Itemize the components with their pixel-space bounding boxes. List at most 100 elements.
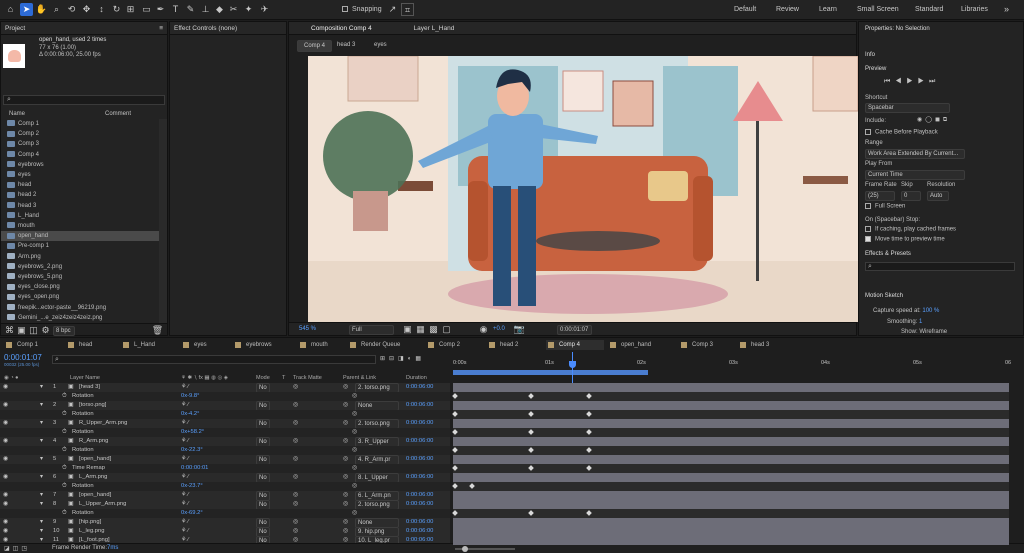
project-item[interactable]: eyebrows_2.png <box>1 262 159 272</box>
parent-dropdown[interactable]: 9. hip.png <box>355 527 399 536</box>
fullscreen-option[interactable]: Full Screen <box>865 203 905 210</box>
property-track[interactable] <box>452 464 1009 473</box>
layer-duration[interactable]: 0:00:06:00 <box>406 419 433 428</box>
stop-option-2[interactable]: Move time to preview time <box>865 236 945 243</box>
layer-row[interactable]: ◉ ▾ 1 ▣ [head 3] ⚘ ⁄ No ◎ ◎ 2. torso.png 0:00:06:0… <box>0 383 450 392</box>
layer-name[interactable]: [hip.png] <box>79 518 101 527</box>
keyframe[interactable] <box>452 483 458 489</box>
blend-mode-dropdown[interactable]: No <box>256 437 270 446</box>
layer-duration-bar[interactable] <box>453 527 1009 536</box>
composition-viewer[interactable] <box>308 56 858 322</box>
rotate-tool-icon[interactable]: ↻ <box>110 3 123 16</box>
timeline-tab[interactable]: head 2 <box>487 340 545 350</box>
keyframe[interactable] <box>528 447 534 453</box>
project-scrollbar[interactable] <box>159 119 167 329</box>
timeline-tab[interactable]: Comp 3 <box>679 340 737 350</box>
breadcrumb-head3[interactable]: head 3 <box>337 42 355 48</box>
timeline-tab[interactable]: open_hand <box>608 340 666 350</box>
property-value[interactable]: 0x-22.3° <box>181 446 203 455</box>
layer-name[interactable]: [open_hand] <box>79 455 111 464</box>
blend-mode-dropdown[interactable]: No <box>256 527 270 536</box>
column-name-header[interactable]: Name <box>9 111 25 117</box>
puppet-tool-icon[interactable]: ✦ <box>242 3 255 16</box>
bit-depth-button[interactable]: 8 bpc <box>53 326 75 336</box>
parent-pickwhip-icon[interactable]: ◎ <box>343 527 348 536</box>
expression-link-icon[interactable]: ◎ <box>352 509 357 518</box>
keyframe[interactable] <box>528 510 534 516</box>
project-item[interactable]: eyes_open.png <box>1 292 159 302</box>
resolution-dropdown[interactable]: Full <box>349 325 394 335</box>
property-row[interactable]: ⏱ Rotation 0x-23.7° ◎ <box>0 482 450 491</box>
blend-mode-dropdown[interactable]: No <box>256 473 270 482</box>
parent-pickwhip-icon[interactable]: ◎ <box>343 401 348 410</box>
project-item[interactable]: eyebrows_5.png <box>1 272 159 282</box>
snap-icon[interactable]: ↗ <box>386 3 399 16</box>
shortcut-dropdown[interactable]: Spacebar <box>865 103 950 113</box>
expand-twirl-icon[interactable]: ▾ <box>40 500 43 509</box>
snap-grid-icon[interactable]: ⌗ <box>401 3 414 16</box>
keyframe[interactable] <box>528 411 534 417</box>
project-item[interactable]: mouth <box>1 221 159 231</box>
layer-duration[interactable]: 0:00:06:00 <box>406 401 433 410</box>
timeline-tab[interactable]: L_Hand <box>121 340 179 350</box>
property-row[interactable]: ⏱ Rotation 0x-22.3° ◎ <box>0 446 450 455</box>
range-dropdown[interactable]: Work Area Extended By Current... <box>865 149 965 159</box>
layer-name[interactable]: R_Arm.png <box>79 437 108 446</box>
workspace-review[interactable]: Review <box>776 6 799 13</box>
layer-switches-icons[interactable]: ⚘ ⁄ <box>181 401 189 410</box>
selection-tool-icon[interactable]: ➤ <box>20 3 33 16</box>
timeline-tab[interactable]: Comp 1 <box>4 340 62 350</box>
keyframe[interactable] <box>528 465 534 471</box>
property-value[interactable]: 0x-4.2° <box>181 410 199 419</box>
blend-mode-dropdown[interactable]: No <box>256 401 270 410</box>
layer-duration[interactable]: 0:00:06:00 <box>406 491 433 500</box>
expression-link-icon[interactable]: ◎ <box>352 428 357 437</box>
project-item[interactable]: Arm.png <box>1 252 159 262</box>
pen-tool-icon[interactable]: ✒ <box>154 3 167 16</box>
orbit-tool-icon[interactable]: ⟲ <box>65 3 78 16</box>
timeline-tab[interactable]: head <box>66 340 124 350</box>
project-item[interactable]: Comp 1 <box>1 119 159 129</box>
parent-pickwhip-icon[interactable]: ◎ <box>343 383 348 392</box>
timeline-tab[interactable]: eyebrows <box>233 340 291 350</box>
project-item[interactable]: Pre-comp 1 <box>1 241 159 251</box>
layer-switches-icons[interactable]: ⚘ ⁄ <box>181 455 189 464</box>
keyframe[interactable] <box>528 429 534 435</box>
visibility-icon[interactable]: ◉ <box>3 455 8 464</box>
layer-duration-bar[interactable] <box>453 473 1009 482</box>
stopwatch-icon[interactable]: ⏱ <box>62 410 67 419</box>
smoothing-value[interactable]: 1 <box>919 319 922 325</box>
expand-twirl-icon[interactable]: ▾ <box>40 437 43 446</box>
parent-header[interactable]: Parent & Link <box>343 375 376 381</box>
property-value[interactable]: 0x-23.7° <box>181 482 203 491</box>
project-item[interactable]: Gemini_...e_zeiz4zeiz4zeiz.png <box>1 313 159 323</box>
layer-switches-icons[interactable]: ⚘ ⁄ <box>181 518 189 527</box>
timeline-footer-icons[interactable]: ◪◫◳ <box>4 545 30 552</box>
visibility-icon[interactable]: ◉ <box>3 527 8 536</box>
layer-row[interactable]: ◉ ▾ 10 ▣ L_leg.png ⚘ ⁄ No ◎ ◎ 9. hip.png 0:00:06:0… <box>0 527 450 536</box>
property-track[interactable] <box>452 509 1009 518</box>
parent-dropdown[interactable]: 6. L_Arm.pn <box>355 491 399 500</box>
workspace-default[interactable]: Default <box>734 6 756 13</box>
visibility-icon[interactable]: ◉ <box>3 401 8 410</box>
hand-tool-icon[interactable]: ✋ <box>35 3 48 16</box>
include-toggles[interactable]: ◉◯◼⧉ <box>917 116 950 124</box>
keyframe[interactable] <box>586 465 592 471</box>
parent-dropdown[interactable]: 8. L_Upper <box>355 473 399 482</box>
layer-duration-bar[interactable] <box>453 383 1009 392</box>
effects-search-input[interactable]: ⌕ <box>865 262 1015 271</box>
layer-row[interactable]: ◉ ▾ 4 ▣ R_Arm.png ⚘ ⁄ No ◎ ◎ 3. R_Upper 0:00:06:00 <box>0 437 450 446</box>
property-row[interactable]: ⏱ Rotation 0x-69.2° ◎ <box>0 509 450 518</box>
zoom-level[interactable]: 545 % <box>299 326 316 332</box>
project-item[interactable]: Comp 2 <box>1 129 159 139</box>
project-item[interactable]: open_hand <box>1 231 159 242</box>
playhead-handle[interactable] <box>569 361 576 368</box>
blend-mode-dropdown[interactable]: No <box>256 383 270 392</box>
snapshot-icon[interactable]: ▣ <box>401 323 414 336</box>
track-matte-icon[interactable]: ◎ <box>293 419 298 428</box>
track-matte-icon[interactable]: ◎ <box>293 518 298 527</box>
breadcrumb-comp4[interactable]: Comp 4 <box>297 40 333 52</box>
expression-link-icon[interactable]: ◎ <box>352 446 357 455</box>
property-row[interactable]: ⏱ Rotation 0x-4.2° ◎ <box>0 410 450 419</box>
layer-row[interactable]: ◉ ▾ 3 ▣ R_Upper_Arm.png ⚘ ⁄ No ◎ ◎ 2. torso.png 0:… <box>0 419 450 428</box>
